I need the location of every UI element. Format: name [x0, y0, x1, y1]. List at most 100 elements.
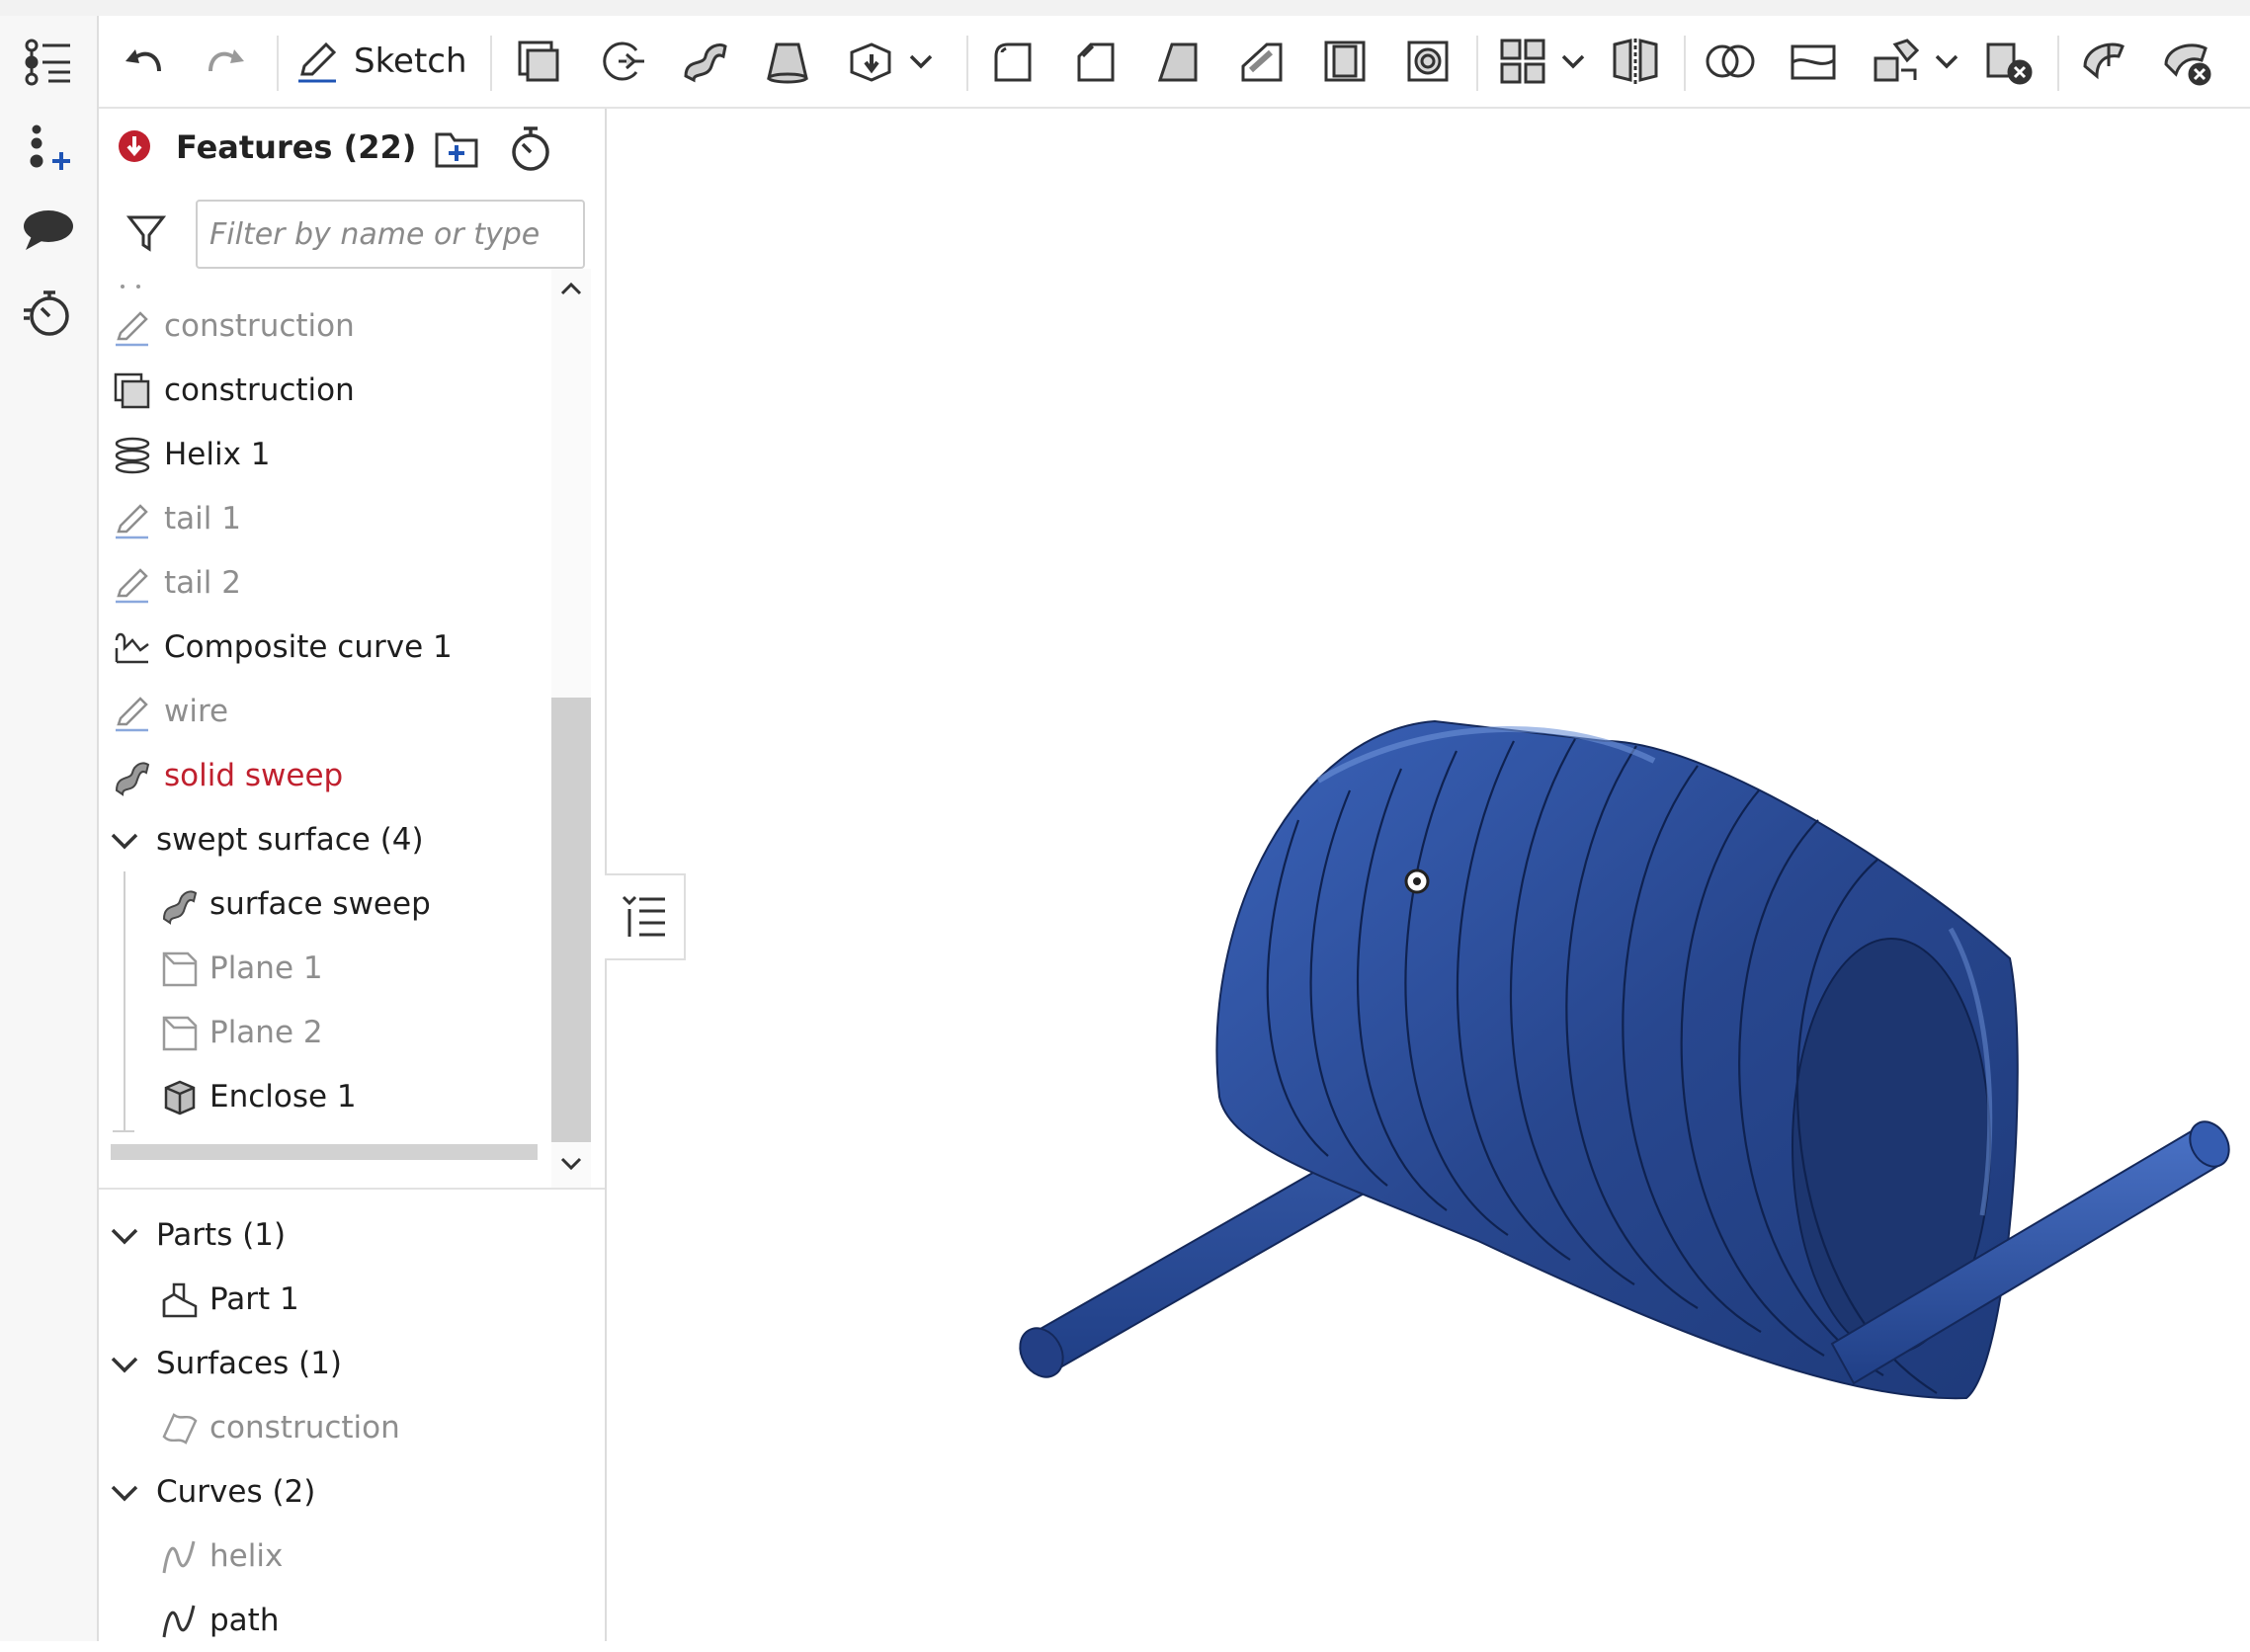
- chevron-down-icon[interactable]: [105, 1473, 144, 1513]
- redo-icon[interactable]: [198, 33, 255, 90]
- composite-curve-icon: [113, 628, 152, 668]
- feature-row-sketch[interactable]: construction: [99, 296, 549, 358]
- chevron-down-icon[interactable]: [105, 1345, 144, 1384]
- feature-row-sketch[interactable]: tail 1: [99, 489, 549, 550]
- curve-row[interactable]: helix: [99, 1527, 605, 1588]
- top-strip: [0, 0, 2250, 16]
- curve-row[interactable]: path: [99, 1591, 605, 1652]
- tree-guide-end: [113, 1130, 134, 1132]
- feature-row-extrude[interactable]: construction: [99, 361, 549, 422]
- feature-label: construction: [164, 372, 355, 408]
- delete-face-icon[interactable]: [2158, 33, 2215, 90]
- helix-icon[interactable]: [2075, 33, 2132, 90]
- draft-icon[interactable]: [1150, 33, 1208, 90]
- sketch-label: Sketch: [354, 41, 467, 81]
- filter-icon[interactable]: [125, 213, 167, 257]
- feature-label: Enclose 1: [209, 1079, 357, 1115]
- surfaces-header[interactable]: Surfaces (1): [99, 1334, 605, 1395]
- plane-icon: [160, 950, 200, 989]
- split-icon[interactable]: [1785, 33, 1842, 90]
- filter-input[interactable]: [196, 200, 585, 269]
- feature-row-enclose[interactable]: Enclose 1: [99, 1067, 549, 1128]
- feature-row-sketch[interactable]: tail 2: [99, 553, 549, 615]
- chevron-down-icon[interactable]: [901, 33, 941, 90]
- revolve-icon[interactable]: [593, 33, 650, 90]
- plane-icon: [160, 1014, 200, 1053]
- helix-icon: [113, 436, 152, 475]
- surface-icon: [160, 1409, 200, 1448]
- delete-part-icon[interactable]: [1980, 33, 2038, 90]
- pattern-icon[interactable]: [1494, 33, 1551, 90]
- surfaces-label: Surfaces (1): [156, 1346, 343, 1381]
- left-rail: [0, 16, 99, 1641]
- parts-section: Parts (1) Part 1 Surfaces (1) constructi…: [99, 1188, 605, 1643]
- feature-label: solid sweep: [164, 758, 344, 793]
- panel-title: Features (22): [176, 128, 417, 166]
- part-label: Part 1: [209, 1281, 299, 1317]
- feature-tree-icon[interactable]: [20, 34, 77, 91]
- origin-marker[interactable]: [1404, 868, 1430, 894]
- feature-label: tail 2: [164, 565, 241, 601]
- folder-row-swept-surface[interactable]: swept surface (4): [99, 810, 549, 871]
- pencil-icon: [298, 41, 337, 83]
- loft-icon[interactable]: [759, 33, 816, 90]
- sketch-button[interactable]: Sketch: [294, 33, 467, 90]
- undo-icon[interactable]: [115, 33, 172, 90]
- chevron-down-icon[interactable]: [105, 1216, 144, 1256]
- sweep-icon[interactable]: [676, 33, 733, 90]
- feature-label: tail 1: [164, 501, 241, 537]
- boolean-icon[interactable]: [1702, 33, 1759, 90]
- fillet-icon[interactable]: [984, 33, 1042, 90]
- surface-row[interactable]: construction: [99, 1398, 605, 1459]
- rib-icon[interactable]: [1233, 33, 1291, 90]
- spring-model[interactable]: [607, 109, 2250, 1641]
- transform-icon[interactable]: [1868, 33, 1925, 90]
- hole-icon[interactable]: [1399, 33, 1457, 90]
- feature-label: Plane 1: [209, 950, 323, 986]
- mirror-icon[interactable]: [1607, 33, 1664, 90]
- chevron-down-icon[interactable]: [1553, 33, 1593, 90]
- surface-label: construction: [209, 1410, 400, 1446]
- new-folder-icon[interactable]: [433, 126, 480, 174]
- stopwatch-icon[interactable]: [508, 124, 553, 176]
- chamfer-icon[interactable]: [1067, 33, 1125, 90]
- chevron-down-icon[interactable]: [1927, 33, 1966, 90]
- feature-label: Plane 2: [209, 1015, 323, 1050]
- scroll-down-icon[interactable]: [559, 1156, 583, 1176]
- part-icon: [160, 1280, 200, 1320]
- feature-row-sketch[interactable]: wire: [99, 682, 549, 743]
- feature-row-plane[interactable]: Plane 1: [99, 939, 549, 1000]
- parts-header[interactable]: Parts (1): [99, 1205, 605, 1267]
- rollback-error-icon[interactable]: [117, 128, 152, 168]
- chevron-down-icon[interactable]: [105, 821, 144, 861]
- extrude-icon: [113, 372, 152, 411]
- shell-icon[interactable]: [1316, 33, 1374, 90]
- sweep-icon: [160, 885, 200, 925]
- curves-header[interactable]: Curves (2): [99, 1462, 605, 1524]
- scrollbar-thumb[interactable]: [551, 698, 591, 1142]
- sketch-icon: [113, 307, 152, 347]
- horizontal-scrollbar[interactable]: [111, 1144, 538, 1160]
- thicken-icon[interactable]: [842, 33, 899, 90]
- curve-label: path: [209, 1603, 280, 1638]
- feature-label: construction: [164, 308, 355, 344]
- graphics-viewport[interactable]: [607, 109, 2250, 1641]
- panel-header: Features (22): [99, 109, 605, 190]
- feature-row-composite-curve[interactable]: Composite curve 1: [99, 618, 549, 679]
- feature-row-sweep-error[interactable]: solid sweep: [99, 746, 549, 807]
- add-variable-icon[interactable]: [20, 119, 77, 176]
- curves-label: Curves (2): [156, 1474, 316, 1510]
- feature-row-sweep[interactable]: surface sweep: [99, 874, 549, 936]
- feature-row-plane[interactable]: Plane 2: [99, 1003, 549, 1064]
- comment-icon[interactable]: [20, 202, 77, 259]
- performance-icon[interactable]: [20, 285, 77, 342]
- parts-label: Parts (1): [156, 1217, 287, 1253]
- toolbar: Sketch: [99, 16, 2250, 109]
- extrude-icon[interactable]: [510, 33, 567, 90]
- feature-row-helix[interactable]: Helix 1: [99, 425, 549, 486]
- enclose-icon: [160, 1078, 200, 1117]
- part-row[interactable]: Part 1: [99, 1270, 605, 1331]
- feature-label: surface sweep: [209, 886, 431, 922]
- sketch-icon: [113, 500, 152, 539]
- scroll-up-icon[interactable]: [559, 281, 583, 300]
